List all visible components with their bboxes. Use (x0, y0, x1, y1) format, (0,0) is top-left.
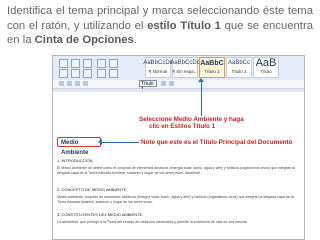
toolbar-icon[interactable] (67, 81, 72, 86)
toolbar-icon[interactable] (75, 81, 80, 86)
section-text: La atmósfera, que protege a la Tierra de… (57, 220, 247, 224)
style-normal[interactable]: AaBbCcDc ¶ Normal (143, 57, 173, 78)
bullets-icon[interactable] (97, 59, 106, 68)
style-preview: AaBbC (200, 60, 224, 67)
document-page: Seleccione Medio Ambiente y haga clic en… (53, 92, 304, 239)
arrow-head (198, 78, 204, 82)
style-gallery: AaBbCcDc ¶ Normal AaBbCcDc ¶ Sin espa...… (143, 57, 280, 79)
underline-icon[interactable] (59, 69, 68, 78)
style-preview: AaB (255, 57, 277, 69)
section-title: 3. CONSTITUYENTES DEL MEDIO AMBIENTE. (57, 212, 144, 217)
document-heading[interactable]: Medio Ambiente (57, 137, 101, 156)
style-titulo[interactable]: AaB Título (253, 57, 279, 78)
style-selector[interactable]: Título 1 (139, 80, 157, 93)
style-no-spacing[interactable]: AaBbCcDc ¶ Sin espa... (170, 57, 200, 78)
indent-icon[interactable] (97, 69, 106, 78)
note-arrow-line (101, 142, 139, 143)
section-text: El Medio Ambiente se define como el conj… (57, 166, 295, 175)
sort-icon[interactable] (109, 69, 118, 78)
bold-icon[interactable] (71, 59, 80, 68)
numbering-icon[interactable] (109, 59, 118, 68)
style-name: Título 1 (204, 69, 220, 74)
annotation-note: Note que este es el Título Principal del… (141, 139, 293, 146)
paste-icon[interactable] (59, 59, 68, 68)
align-left-icon[interactable] (71, 69, 80, 78)
style-name: ¶ Normal (148, 69, 168, 74)
section-text: Medio ambiente: conjunto de elementos ab… (57, 195, 294, 204)
toolbar-icon[interactable] (59, 81, 64, 86)
format-toolbar: Título 1 (53, 80, 304, 93)
section-title: 1. INTRODUCCIÓN. (57, 158, 94, 163)
style-preview: AaBbCcDc (170, 60, 200, 66)
toolbar-icon[interactable] (169, 81, 174, 86)
annotation-select-line1: Seleccione Medio Ambiente y haga (139, 116, 244, 123)
instruction-post: . (133, 34, 137, 46)
italic-icon[interactable] (83, 59, 92, 68)
section-title: 2. CONCEPTO DE MEDIO AMBIENTE (57, 187, 127, 192)
note-arrow-head (98, 139, 102, 145)
annotation-select-line2: clic en Estilos Título 1 (149, 123, 216, 130)
style-name: ¶ Sin espa... (172, 69, 198, 74)
toolbar-icon[interactable] (161, 81, 166, 86)
align-center-icon[interactable] (83, 69, 92, 78)
instruction-style-name: estilo Título 1 (147, 19, 221, 32)
instruction-ribbon-name: Cinta de Opciones (34, 34, 134, 46)
style-preview: AaBbCcDc (143, 60, 173, 66)
word-screenshot: AaBbCcDc ¶ Normal AaBbCcDc ¶ Sin espa...… (52, 55, 305, 240)
ribbon: AaBbCcDc ¶ Normal AaBbCcDc ¶ Sin espa...… (53, 56, 304, 81)
toolbar-icon[interactable] (83, 81, 88, 86)
style-preview: AaBbCc (227, 60, 250, 66)
style-name: Título (260, 69, 272, 74)
style-titulo-2[interactable]: AaBbCc Título 2 (226, 57, 252, 78)
style-titulo-1[interactable]: AaBbC Título 1 (199, 57, 225, 78)
instruction-text: Identifica el tema principal y marca sel… (7, 4, 313, 48)
style-name: Título 2 (231, 69, 247, 74)
